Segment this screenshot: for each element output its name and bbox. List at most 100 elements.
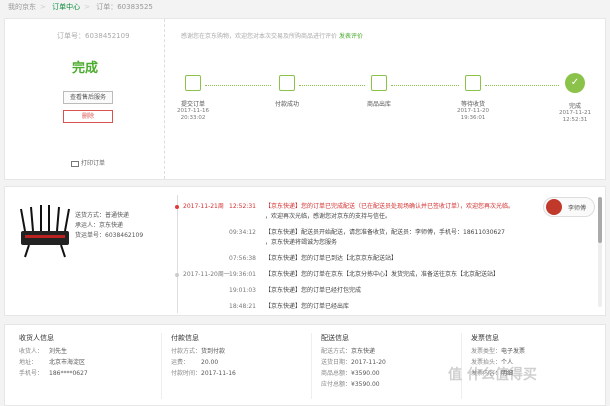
- watermark: 值 什么值得买: [448, 367, 537, 383]
- breadcrumb-home[interactable]: 我的京东: [8, 3, 36, 11]
- section-title: 配送信息: [321, 334, 349, 342]
- step-delivery: 等待收货 2017-11-20 19:36:01: [448, 75, 498, 122]
- field-label: 运费：: [171, 359, 190, 366]
- field-value: 186****0627: [49, 370, 88, 377]
- step-submit: 提交订单 2017-11-16 20:33:02: [168, 75, 218, 122]
- field-label: 送货日期：: [321, 359, 352, 366]
- review-link[interactable]: 发表评价: [339, 33, 363, 40]
- field-label: 付款方式：: [171, 348, 202, 355]
- field-value: 2017-11-20: [351, 359, 386, 366]
- timeline-dot: [175, 273, 179, 277]
- shipping-method: 送货方式：普通快递: [75, 212, 130, 219]
- field-label: 手机号：: [19, 370, 44, 377]
- section-title: 发票信息: [471, 334, 499, 342]
- timeline-dot: [175, 205, 179, 209]
- avatar: [546, 199, 562, 215]
- timeline-line: [177, 195, 178, 313]
- field-label: 付款时间：: [171, 370, 202, 377]
- field-label: 地址：: [19, 359, 38, 366]
- card-icon: [279, 75, 295, 91]
- scrollbar[interactable]: [598, 197, 602, 307]
- log-entry: 2017-11-20周一19:36:01 【京东快递】您的订单在京东【北京分拣中心…: [175, 271, 500, 279]
- notice-text: 感谢您在京东购物，欢迎您对本次交易及所购商品进行评价: [181, 33, 338, 40]
- step-time: 20:33:02: [180, 115, 206, 121]
- step-label: 商品出库: [366, 101, 391, 108]
- log-text: 【京东快递】您的订单已经出库: [265, 303, 350, 310]
- field-value: 北京市海淀区: [49, 359, 86, 366]
- check-icon: ✓: [565, 73, 585, 93]
- log-text: 【京东快递】您的订单已经打包完成: [265, 287, 362, 294]
- step-outbound: 商品出库: [354, 75, 404, 108]
- log-text: 【京东快递】您的订单已完成配送（已在配送员处现场确认并已签收订单），欢迎您再次光…: [265, 203, 515, 210]
- log-entry-cont: ，欢迎再次光临，感谢您对京东的支持与信任。: [265, 213, 391, 221]
- log-date: 2017-11-21周: [183, 203, 224, 210]
- print-label: 打印订单: [81, 160, 106, 167]
- courier-name: 李师傅: [568, 205, 587, 212]
- order-status-panel: 订单号：6038452109 完成 查看售后服务 删除 打印订单 感谢您在京东购…: [4, 18, 606, 180]
- field-value: 货到付款: [201, 348, 226, 355]
- delete-order-button[interactable]: 删除: [63, 110, 113, 123]
- payment-info: 付款信息 付款方式：货到付款 运费： 20.00 付款时间：2017-11-16: [171, 333, 236, 379]
- field-value: 刘先生: [49, 348, 68, 355]
- divider: [311, 333, 312, 399]
- divider: [161, 333, 162, 399]
- log-time: 19:01:03: [229, 287, 256, 294]
- field-label: 收货人：: [19, 348, 44, 355]
- consignee-info: 收货人信息 收货人： 刘先生 地址： 北京市海淀区 手机号： 186****0627: [19, 333, 88, 379]
- section-title: 收货人信息: [19, 334, 54, 342]
- breadcrumb-order: 订单：60383525: [96, 3, 153, 11]
- log-entry: 18:48:21 【京东快递】您的订单已经出库: [183, 303, 349, 311]
- log-entry: 19:01:03 【京东快递】您的订单已经打包完成: [183, 287, 361, 295]
- step-payment: 付款成功: [262, 75, 312, 108]
- field-label: 商品总额：: [321, 370, 352, 377]
- field-label: 发票类型：: [471, 348, 502, 355]
- step-date: 2017-11-16: [177, 108, 209, 114]
- step-label: 提交订单: [180, 101, 205, 108]
- log-time: 18:48:21: [229, 303, 256, 310]
- field-value: 20.00: [201, 359, 219, 366]
- delivery-info: 配送信息 配送方式：京东快递 送货日期：2017-11-20 商品总额：¥359…: [321, 333, 386, 390]
- log-time: 07:56:38: [229, 255, 256, 262]
- step-time: 19:36:01: [460, 115, 486, 121]
- truck-icon: [465, 75, 481, 91]
- carrier: 承运人：京东快递: [75, 222, 124, 229]
- field-label: 配送方式：: [321, 348, 352, 355]
- scrollbar-thumb[interactable]: [598, 197, 602, 243]
- review-notice: 感谢您在京东购物，欢迎您对本次交易及所购商品进行评价 发表评价: [181, 31, 363, 40]
- step-label: 等待收货: [460, 101, 485, 108]
- step-label: 付款成功: [274, 101, 299, 108]
- order-status: 完成: [71, 61, 98, 76]
- log-date: 2017-11-20周一: [183, 271, 230, 278]
- log-text: ，欢迎再次光临，感谢您对京东的支持与信任。: [265, 213, 392, 220]
- order-summary: 订单号：6038452109 完成 查看售后服务 删除 打印订单: [5, 19, 165, 179]
- section-title: 付款信息: [171, 334, 199, 342]
- step-complete: ✓ 完成 2017-11-21 12:52:31: [550, 73, 600, 124]
- warehouse-icon: [371, 75, 387, 91]
- log-entry-cont: ，京东快递将竭诚为您服务: [265, 239, 337, 247]
- field-label: 应付总额：: [321, 381, 352, 388]
- after-sales-button[interactable]: 查看售后服务: [63, 91, 113, 104]
- log-time: 09:34:12: [229, 229, 256, 236]
- log-text: 【京东快递】配送员开始配送，请您准备收货，配送员：李师傅，手机号：1861103…: [265, 229, 505, 236]
- log-entry: 2017-11-21周 12:52:31 【京东快递】您的订单已完成配送（已在配送员…: [175, 203, 515, 211]
- step-date: 2017-11-20: [457, 108, 489, 114]
- courier-contact[interactable]: 李师傅: [543, 197, 595, 217]
- log-text: 【京东快递】您的订单在京东【北京分拣中心】发货完成，准备送往京东【北京配送站】: [265, 271, 500, 278]
- log-text: ，京东快递将竭诚为您服务: [265, 239, 338, 246]
- order-number: 订单号：6038452109: [57, 32, 130, 40]
- log-time: 12:52:31: [229, 203, 256, 210]
- printer-icon: [71, 160, 79, 167]
- document-icon: [185, 75, 201, 91]
- field-value: 电子发票: [501, 348, 526, 355]
- print-order-link[interactable]: 打印订单: [71, 158, 105, 167]
- tracking-number: 货运单号：6038462109: [75, 232, 144, 239]
- shipment-info: 送货方式：普通快递 承运人：京东快递 货运单号：6038462109: [75, 211, 143, 241]
- log-text: 【京东快递】您的订单已到达【北京京东配送站】: [265, 255, 398, 262]
- log-entry: 09:34:12 【京东快递】配送员开始配送，请您准备收货，配送员：李师傅，手机号…: [183, 229, 505, 237]
- step-label: 完成: [568, 103, 581, 110]
- step-date: 2017-11-21: [559, 110, 591, 116]
- field-value: ¥3590.00: [351, 370, 380, 377]
- router-image[interactable]: [15, 201, 75, 261]
- breadcrumb-order-center[interactable]: 订单中心: [52, 3, 80, 11]
- breadcrumb: 我的京东 > 订单中心 > 订单：60383525: [0, 0, 610, 14]
